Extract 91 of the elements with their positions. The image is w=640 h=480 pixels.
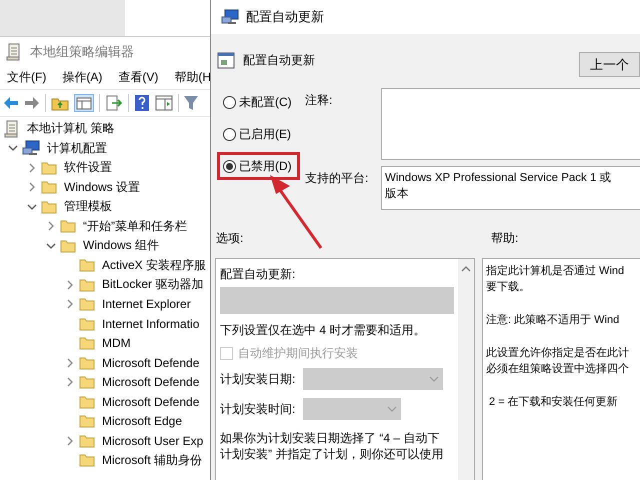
folder-icon bbox=[79, 434, 95, 448]
computer-icon bbox=[22, 140, 40, 156]
folder-icon bbox=[79, 414, 95, 428]
folder-icon bbox=[79, 375, 95, 390]
chevron-right-icon[interactable] bbox=[65, 299, 75, 310]
folder-icon bbox=[79, 278, 95, 292]
chevron-down-icon[interactable] bbox=[8, 143, 18, 154]
options-heading: 配置自动更新: bbox=[220, 266, 296, 282]
help-icon[interactable] bbox=[134, 94, 150, 112]
tree-item[interactable]: “开始”菜单和任务栏 bbox=[0, 216, 210, 236]
caret-up-icon[interactable] bbox=[461, 265, 471, 273]
help-paragraph: 2 = 在下载和安装任何更新 bbox=[488, 394, 619, 410]
tree-item[interactable]: Microsoft Defende bbox=[0, 372, 210, 392]
folder-icon bbox=[79, 258, 95, 272]
scroll-icon bbox=[6, 43, 22, 61]
paragraph: 如果你为计划安装日期选择了 “4 – 自动下 计划安装” 并指定了计划，则你还可以使用 bbox=[220, 430, 444, 462]
setting-name: 配置自动更新 bbox=[243, 52, 315, 68]
tree-item[interactable]: Windows 设置 bbox=[0, 178, 210, 197]
tree-item[interactable]: 本地计算机 策略 bbox=[0, 119, 210, 138]
scrollbar[interactable] bbox=[458, 259, 474, 480]
tree-item[interactable]: Microsoft Edge bbox=[0, 412, 210, 431]
chevron-right-icon[interactable] bbox=[65, 358, 75, 368]
folder-icon bbox=[79, 297, 95, 312]
window-title: 本地组策略编辑器 bbox=[30, 43, 134, 61]
tree-item[interactable]: MDM bbox=[0, 334, 210, 353]
computer-icon bbox=[221, 9, 239, 25]
folder-icon bbox=[79, 356, 95, 370]
radio-option[interactable]: 已启用(E) bbox=[217, 120, 299, 148]
folder-icon bbox=[79, 316, 95, 331]
chevron-right-icon[interactable] bbox=[65, 436, 75, 446]
filter-icon[interactable] bbox=[184, 95, 198, 111]
tree-item[interactable]: Microsoft Defende bbox=[0, 392, 210, 412]
chevron-right-icon[interactable] bbox=[65, 377, 75, 388]
chevron-down-icon[interactable] bbox=[27, 202, 37, 212]
menu-item[interactable]: 查看(V) bbox=[118, 68, 158, 86]
settings-page-icon bbox=[217, 51, 235, 69]
options-label: 选项: bbox=[216, 230, 244, 247]
folder-icon bbox=[79, 394, 95, 409]
radio-button-icon[interactable] bbox=[223, 96, 236, 108]
export-icon[interactable] bbox=[105, 95, 123, 111]
help-label: 帮助: bbox=[491, 230, 518, 247]
chevron-down-icon[interactable] bbox=[46, 240, 56, 251]
tree-item[interactable]: 管理模板 bbox=[0, 197, 210, 216]
field-label: 计划安装日期: bbox=[220, 370, 296, 388]
tree-item[interactable]: Internet Explorer bbox=[0, 294, 210, 314]
radio-option[interactable]: 已禁用(D) bbox=[217, 152, 300, 180]
tree-item[interactable]: Microsoft User Exp bbox=[0, 431, 210, 450]
menu-item[interactable]: 操作(A) bbox=[62, 68, 102, 86]
folder-icon bbox=[41, 160, 57, 175]
menu-item[interactable]: 文件(F) bbox=[7, 68, 46, 86]
folder-icon bbox=[79, 336, 95, 350]
field-label: 计划安装时间: bbox=[220, 400, 296, 418]
radio-button-icon[interactable] bbox=[223, 128, 236, 140]
chevron-right-icon[interactable] bbox=[46, 221, 56, 232]
chevron-right-icon[interactable] bbox=[27, 162, 37, 173]
tree-item[interactable]: Microsoft 辅助身份 bbox=[0, 450, 210, 470]
platform-text: Windows XP Professional Service Pack 1 或 版本 bbox=[381, 166, 640, 210]
tree-item[interactable]: 软件设置 bbox=[0, 158, 210, 178]
comment-field[interactable] bbox=[381, 88, 640, 160]
caret-down-icon bbox=[429, 375, 440, 383]
caret-down-icon bbox=[387, 405, 398, 413]
platform-label: 支持的平台: bbox=[305, 170, 370, 187]
tree-item[interactable]: ActiveX 安装程序服 bbox=[0, 256, 210, 275]
tree-item[interactable]: Internet Informatio bbox=[0, 314, 210, 334]
folder-icon bbox=[41, 180, 57, 194]
comment-label: 注释: bbox=[305, 92, 334, 109]
help-paragraph: 指定此计算机是否通过 Wind 要下载。 bbox=[486, 264, 626, 295]
chevron-right-icon[interactable] bbox=[27, 182, 37, 192]
scroll-icon bbox=[4, 120, 20, 138]
tree-item[interactable]: BitLocker 驱动器加 bbox=[0, 275, 210, 294]
folder-icon bbox=[41, 200, 57, 214]
forward-arrow-icon[interactable] bbox=[24, 96, 40, 110]
help-paragraph: 此设置允许你指定是否在此计 必须在组策略设置中选择四个 bbox=[486, 346, 630, 377]
tree-item[interactable]: Windows 组件 bbox=[0, 236, 210, 256]
checkbox-label: 自动维护期间执行安装 bbox=[238, 344, 358, 362]
previous-setting-button[interactable]: 上一个 bbox=[579, 52, 640, 76]
folder-icon bbox=[60, 238, 76, 253]
help-paragraph: 注意: 此策略不适用于 Wind bbox=[486, 312, 620, 328]
chevron-right-icon[interactable] bbox=[65, 280, 75, 290]
note-text: 下列设置仅在选中 4 时才需要和适用。 bbox=[220, 322, 426, 338]
back-arrow-icon[interactable] bbox=[3, 96, 19, 110]
folder-icon bbox=[60, 219, 76, 234]
panel-icon[interactable] bbox=[155, 95, 173, 111]
tree-item[interactable]: 计算机配置 bbox=[0, 138, 210, 158]
panel-icon[interactable] bbox=[74, 94, 94, 112]
tree-item[interactable]: Microsoft Defende bbox=[0, 353, 210, 372]
radio-option[interactable]: 未配置(C) bbox=[217, 88, 300, 116]
dialog-title: 配置自动更新 bbox=[246, 8, 324, 26]
menu-item[interactable]: 帮助(H bbox=[174, 68, 210, 86]
radio-button-icon[interactable] bbox=[223, 160, 236, 172]
folder-icon bbox=[79, 453, 95, 468]
